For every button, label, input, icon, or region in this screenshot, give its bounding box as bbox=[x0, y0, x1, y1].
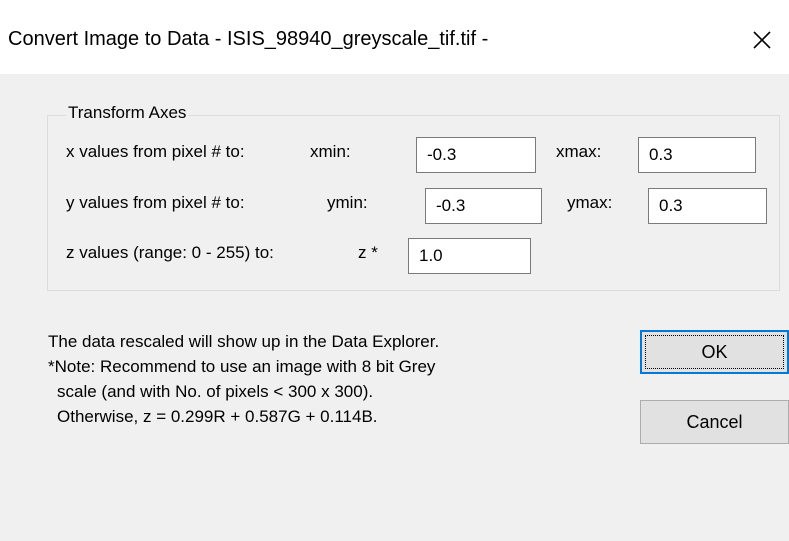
close-icon bbox=[753, 31, 771, 49]
cancel-button-label: Cancel bbox=[686, 411, 743, 432]
ymax-input[interactable] bbox=[648, 188, 767, 224]
transform-axes-legend: Transform Axes bbox=[66, 103, 189, 123]
title-bar: Convert Image to Data - ISIS_98940_greys… bbox=[0, 0, 789, 74]
xmax-input[interactable] bbox=[638, 137, 756, 173]
note-data-explorer: The data rescaled will show up in the Da… bbox=[48, 332, 440, 351]
convert-image-dialog: Convert Image to Data - ISIS_98940_greys… bbox=[0, 0, 789, 541]
xmin-input[interactable] bbox=[416, 137, 536, 173]
window-title: Convert Image to Data - ISIS_98940_greys… bbox=[8, 28, 489, 50]
z-values-label: z values (range: 0 - 255) to: bbox=[66, 243, 274, 262]
close-button[interactable] bbox=[742, 20, 782, 60]
x-values-label: x values from pixel # to: bbox=[66, 142, 245, 161]
note-recommend: *Note: Recommend to use an image with 8 … bbox=[48, 357, 436, 376]
note-scale: scale (and with No. of pixels < 300 x 30… bbox=[57, 382, 374, 401]
z-input[interactable] bbox=[408, 238, 531, 274]
y-values-label: y values from pixel # to: bbox=[66, 193, 245, 212]
ok-button[interactable]: OK bbox=[640, 330, 789, 374]
z-star-label: z * bbox=[358, 243, 378, 262]
ymin-input[interactable] bbox=[425, 188, 542, 224]
focus-ring bbox=[645, 335, 784, 369]
cancel-button[interactable]: Cancel bbox=[640, 400, 789, 444]
xmax-label: xmax: bbox=[556, 142, 602, 161]
xmin-label: xmin: bbox=[310, 142, 351, 161]
ymin-label: ymin: bbox=[327, 193, 368, 212]
ymax-label: ymax: bbox=[567, 193, 613, 212]
note-formula: Otherwise, z = 0.299R + 0.587G + 0.114B. bbox=[57, 407, 378, 426]
